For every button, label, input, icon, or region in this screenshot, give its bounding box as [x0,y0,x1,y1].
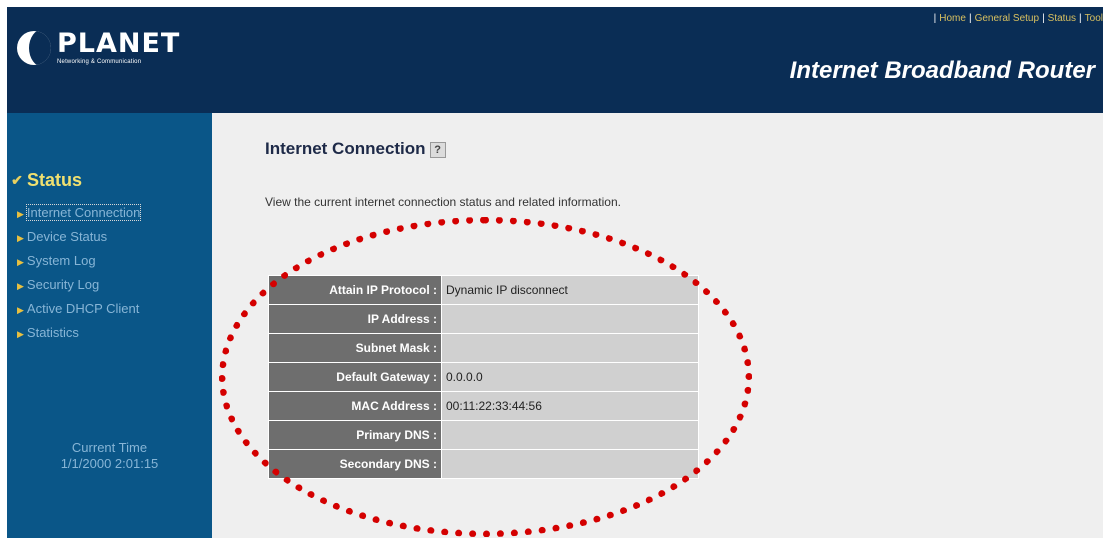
row-value: Dynamic IP disconnect [441,275,699,305]
row-label: Attain IP Protocol : [268,275,442,305]
row-value: 00:11:22:33:44:56 [441,391,699,421]
sidebar-item-internet-connection[interactable]: ▶ Internet Connection [17,204,142,229]
page-title: Internet Connection? [265,139,446,159]
arrow-right-icon: ▶ [17,257,24,267]
arrow-right-icon: ▶ [17,305,24,315]
sidebar-item-active-dhcp-client[interactable]: ▶ Active DHCP Client [17,301,140,325]
table-row: Attain IP Protocol : Dynamic IP disconnec… [268,275,699,305]
main-content: Internet Connection? View the current in… [212,113,1103,538]
planet-logo[interactable]: PLANET Networking & Communication [17,29,180,66]
sidebar-item-security-log[interactable]: ▶ Security Log [17,277,140,301]
connection-info-table: Attain IP Protocol : Dynamic IP disconnec… [268,275,699,479]
help-icon[interactable]: ? [429,141,446,158]
arrow-right-icon: ▶ [17,281,24,291]
row-label: Default Gateway : [268,362,442,392]
arrow-right-icon: ▶ [17,329,24,339]
table-row: Primary DNS : [268,420,699,450]
row-value [441,304,699,334]
sidebar-item-statistics[interactable]: ▶ Statistics [17,325,140,349]
nav-tool-link[interactable]: Tool [1085,13,1103,24]
table-row: IP Address : [268,304,699,334]
row-label: MAC Address : [268,391,442,421]
page-description: View the current internet connection sta… [265,195,621,209]
current-time: Current Time 1/1/2000 2:01:15 [7,440,212,472]
sidebar-menu: ▶ Internet Connection ▶ Device Status ▶ Sys… [17,204,142,349]
row-value [441,449,699,479]
sidebar-section-status[interactable]: ✔ Status [7,170,82,191]
current-time-value: 1/1/2000 2:01:15 [60,456,159,471]
sidebar-section-title: Status [27,170,83,190]
header: PLANET Networking & Communication | Home |… [7,7,1103,113]
row-value [441,333,699,363]
router-frame: PLANET Networking & Communication | Home |… [7,7,1103,538]
table-row: Default Gateway :0.0.0.0 [268,362,699,392]
current-time-label: Current Time [71,440,148,455]
arrow-right-icon: ▶ [17,209,24,219]
checkmark-icon: ✔ [11,172,23,188]
top-nav: | Home | General Setup | Status | Tool [933,13,1103,24]
row-label: Subnet Mask : [268,333,442,363]
sidebar-item-system-log[interactable]: ▶ System Log [17,253,140,277]
sidebar: ✔ Status ▶ Internet Connection ▶ Device St… [7,113,212,538]
table-row: MAC Address :00:11:22:33:44:56 [268,391,699,421]
sidebar-item-device-status[interactable]: ▶ Device Status [17,229,140,253]
row-label: IP Address : [268,304,442,334]
logo-name: PLANET [57,28,181,59]
logo-tagline: Networking & Communication [57,59,142,65]
arrow-right-icon: ▶ [17,233,24,243]
nav-general-setup-link[interactable]: General Setup [975,13,1040,24]
row-label: Primary DNS : [268,420,442,450]
table-row: Secondary DNS : [268,449,699,479]
nav-status-link[interactable]: Status [1048,13,1076,24]
row-value [441,420,699,450]
nav-home-link[interactable]: Home [939,13,966,24]
row-label: Secondary DNS : [268,449,442,479]
planet-logo-icon [17,31,51,65]
table-row: Subnet Mask : [268,333,699,363]
product-title: Internet Broadband Router [789,57,1095,84]
row-value: 0.0.0.0 [441,362,699,392]
